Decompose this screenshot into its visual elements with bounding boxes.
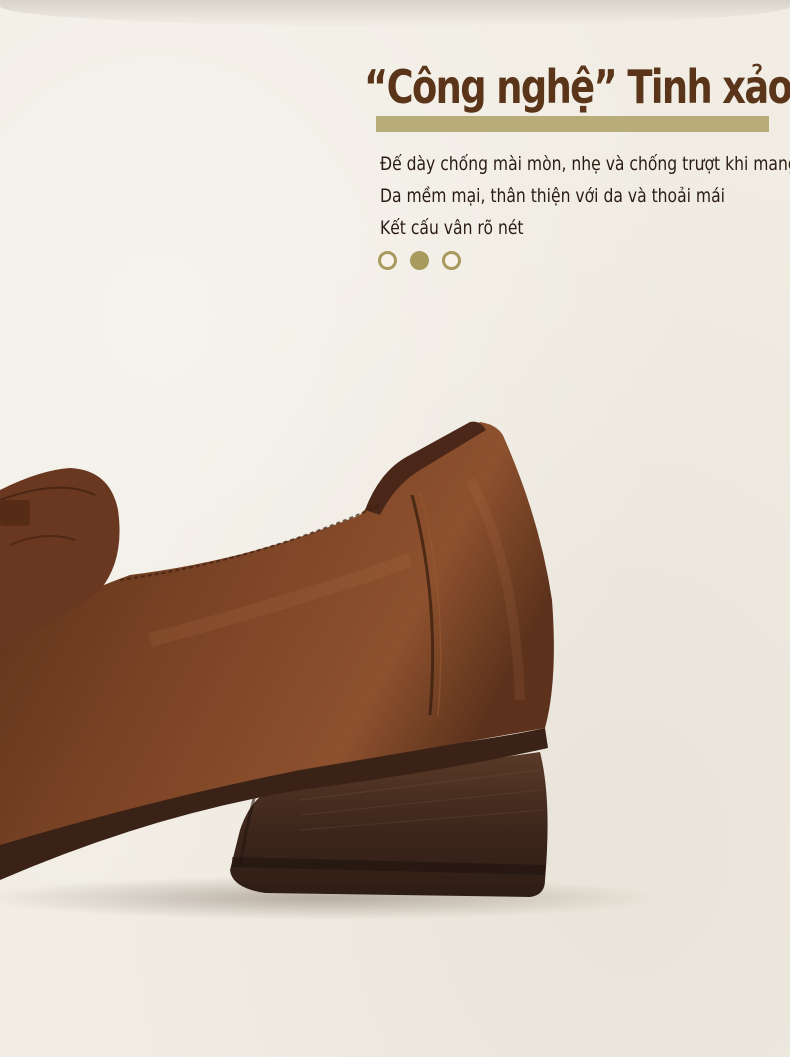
shoe-image xyxy=(0,421,660,920)
carousel-dot-2[interactable] xyxy=(410,251,429,270)
title-underline xyxy=(376,116,769,132)
feature-item-texture: Kết cấu vân rõ nét xyxy=(380,217,524,239)
feature-item-sole: Đế dày chống mài mòn, nhẹ và chống trượt… xyxy=(380,153,790,175)
carousel-dot-3[interactable] xyxy=(442,251,461,270)
feature-item-leather: Da mềm mại, thân thiện với da và thoải m… xyxy=(380,185,725,207)
carousel-dots xyxy=(378,251,461,270)
top-header-band xyxy=(0,0,790,26)
feature-list: Đế dày chống mài mòn, nhẹ và chống trượt… xyxy=(380,148,790,244)
product-detail-page: “Công nghệ” Tinh xảo Đế dày chống mài mò… xyxy=(0,0,790,1057)
carousel-dot-1[interactable] xyxy=(378,251,397,270)
section-title: “Công nghệ” Tinh xảo xyxy=(364,60,790,114)
